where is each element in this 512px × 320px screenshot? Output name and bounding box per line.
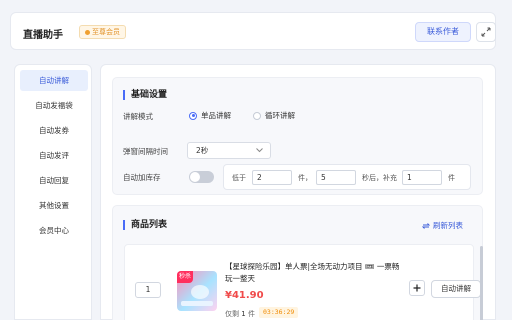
stock-suffix: 件 — [247, 310, 255, 318]
sidebar-item-other-settings[interactable]: 其他设置 — [20, 195, 88, 216]
chevron-down-icon — [256, 148, 263, 153]
sidebar-item-auto-comment[interactable]: 自动发评 — [20, 145, 88, 166]
list-item: 1 秒杀 【星球探险乐园】单人票|全场无动力项目 🎟 一票畅玩一整天 ¥41.9… — [124, 244, 481, 320]
sidebar: 自动讲解 自动发福袋 自动发券 自动发评 自动回复 其他设置 会员中心 — [14, 64, 92, 320]
member-badge-label: 至尊会员 — [92, 28, 120, 36]
restock-low-label: 低于 — [232, 174, 246, 182]
auto-explain-button[interactable]: 自动讲解 — [431, 280, 481, 298]
mode-radio-loop[interactable]: 循环讲解 — [253, 110, 295, 121]
stock-count: 1 — [241, 310, 246, 318]
product-title: 【星球探险乐园】单人票|全场无动力项目 🎟 一票畅玩一整天 — [225, 262, 400, 283]
expand-button[interactable] — [476, 22, 496, 42]
mode-label: 讲解模式 — [123, 112, 153, 121]
restock-unit1: 件， — [298, 174, 312, 182]
product-image-graphic — [191, 285, 209, 299]
toggle-knob — [190, 172, 200, 182]
radio-unchecked-icon — [253, 111, 261, 120]
refresh-icon — [422, 222, 430, 229]
expand-icon — [481, 27, 491, 37]
add-button[interactable] — [409, 280, 425, 296]
crown-icon — [85, 29, 90, 35]
product-price: ¥41.90 — [225, 290, 264, 301]
product-image: 秒杀 — [177, 271, 217, 311]
restock-unit2: 件 — [448, 174, 455, 182]
mode-option-loop: 循环讲解 — [265, 111, 295, 120]
product-image-banner — [181, 301, 213, 306]
sidebar-item-auto-coupon[interactable]: 自动发券 — [20, 120, 88, 141]
restock-settings-box: 低于 2 件， 5 秒后，补充 1 件 — [223, 164, 471, 190]
interval-value: 2秒 — [196, 146, 209, 155]
restock-toggle[interactable] — [189, 171, 214, 183]
restock-low-input[interactable]: 2 — [252, 170, 292, 185]
sidebar-item-auto-lucky-bag[interactable]: 自动发福袋 — [20, 95, 88, 116]
restock-add-input[interactable]: 1 — [402, 170, 442, 185]
basic-settings-card: 基础设置 讲解模式 单品讲解 循环讲解 弹窗间隔时间 2秒 自动加库存 低于 2… — [112, 77, 483, 195]
member-badge: 至尊会员 — [79, 25, 126, 39]
basic-settings-title: 基础设置 — [123, 90, 167, 100]
stock-prefix: 仅剩 — [225, 310, 239, 318]
mode-option-single: 单品讲解 — [201, 111, 231, 120]
app-title: 直播助手 — [23, 30, 63, 41]
sidebar-item-auto-reply[interactable]: 自动回复 — [20, 170, 88, 191]
main-panel: 基础设置 讲解模式 单品讲解 循环讲解 弹窗间隔时间 2秒 自动加库存 低于 2… — [100, 64, 496, 320]
refresh-list-label: 刷新列表 — [433, 221, 463, 230]
radio-checked-icon — [189, 111, 197, 120]
plus-icon — [413, 284, 421, 292]
product-stock: 仅剩 1 件 — [225, 309, 255, 319]
flash-sale-tag: 秒杀 — [177, 271, 193, 283]
sidebar-item-member-center[interactable]: 会员中心 — [20, 220, 88, 241]
contact-author-button[interactable]: 联系作者 — [415, 22, 471, 42]
countdown-timer: 03:36:29 — [259, 307, 299, 318]
header-bar: 直播助手 至尊会员 联系作者 — [10, 12, 496, 50]
interval-label: 弹窗间隔时间 — [123, 147, 168, 156]
sidebar-item-auto-explain[interactable]: 自动讲解 — [20, 70, 88, 91]
interval-select[interactable]: 2秒 — [187, 142, 271, 159]
quantity-input[interactable]: 1 — [135, 282, 161, 298]
goods-list-title: 商品列表 — [123, 220, 167, 230]
restock-label: 自动加库存 — [123, 173, 161, 182]
mode-radio-single[interactable]: 单品讲解 — [189, 110, 231, 121]
refresh-list-button[interactable]: 刷新列表 — [422, 220, 463, 231]
restock-after-label: 秒后，补充 — [362, 174, 397, 182]
restock-seconds-input[interactable]: 5 — [316, 170, 356, 185]
goods-list-card: 商品列表 刷新列表 1 秒杀 【星球探险乐园】单人票|全场无动力项目 🎟 一票畅… — [112, 205, 483, 320]
scrollbar[interactable] — [480, 246, 483, 320]
